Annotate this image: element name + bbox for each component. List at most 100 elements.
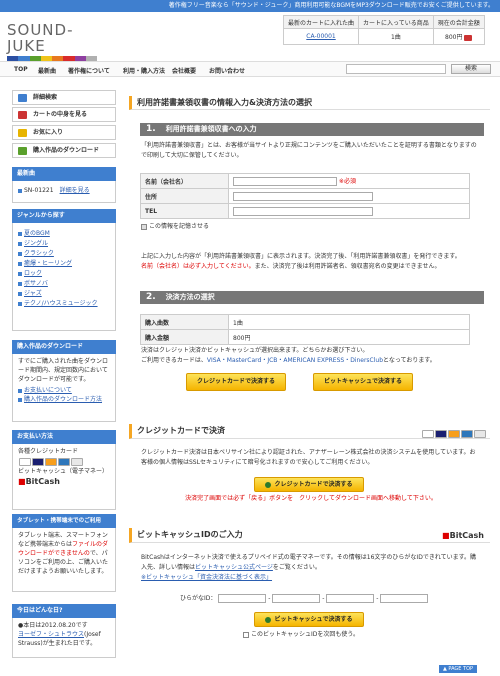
bitcash-id-field-1[interactable] bbox=[218, 594, 267, 603]
bitcash-logo: ■BitCash bbox=[442, 531, 484, 540]
bitcash-official-link[interactable]: ビットキャッシュ公式ページ bbox=[195, 564, 273, 571]
genre-link[interactable]: テクノ/ハウスミュージック bbox=[24, 300, 98, 307]
diners-icon bbox=[71, 457, 83, 466]
note-b: また、決済完了後は利用許諾者名、領収書宛名の変更はできません。 bbox=[254, 263, 441, 270]
today-heading: 今日はどんな日? bbox=[12, 604, 116, 618]
view-cart-label: カートの中身を見る bbox=[33, 111, 88, 118]
section-1-header: 1. 利用許諾書兼領収書への入力 bbox=[140, 123, 484, 136]
top-banner: 著作権フリー音楽なら「サウンド・ジューク」商用利用可能なBGMをMP3ダウンロー… bbox=[0, 0, 500, 12]
site-logo[interactable]: SOUND-JUKE bbox=[7, 22, 97, 61]
bitcash-remember-row[interactable]: このビットキャッシュIDを次回も使う。 bbox=[243, 630, 443, 640]
pay-credit-label: クレジットカードで決済する bbox=[196, 378, 275, 385]
bitcash-pay-label: ビットキャッシュで決済する bbox=[274, 616, 353, 623]
page-title: 利用許諾書兼領収書の情報入力&決済方法の選択 bbox=[129, 96, 490, 110]
bitcash-id-field-4[interactable] bbox=[380, 594, 429, 603]
tel-field[interactable] bbox=[233, 206, 373, 216]
remember-row[interactable]: この情報を記憶させる bbox=[141, 222, 481, 232]
today-box: ●本日は2012.08.20です ヨーゼフ・シュトラウス(Josef Strau… bbox=[12, 618, 116, 658]
payment-bitcash-text: ビットキャッシュ（電子マネー） bbox=[18, 468, 109, 475]
bitcash-pay-button[interactable]: ビットキャッシュで決済する bbox=[254, 612, 364, 627]
cart-count: 1曲 bbox=[358, 28, 434, 45]
nav-top[interactable]: TOP bbox=[14, 66, 28, 73]
remember-checkbox[interactable] bbox=[141, 223, 147, 230]
note-a: 上記に入力した内容が「利用許諾書兼領収書」に表示されます。決済完了後、「利用許諾… bbox=[141, 253, 461, 260]
page-top-button[interactable]: ▲ PAGE TOP bbox=[439, 665, 477, 673]
section-2-header: 2. 決済方法の選択 bbox=[140, 291, 484, 304]
latest-detail-link[interactable]: 詳細を見る bbox=[60, 187, 90, 194]
purchase-download-button[interactable]: 購入作品のダウンロード bbox=[12, 143, 116, 158]
payment-info-link[interactable]: お支払いについて bbox=[24, 387, 72, 394]
genre-item[interactable]: クラシック bbox=[18, 249, 110, 259]
mastercard-icon bbox=[45, 457, 57, 466]
bitcash-logo-text: BitCash bbox=[25, 477, 60, 486]
remember-label: この情報を記憶させる bbox=[149, 223, 210, 230]
search-input[interactable] bbox=[346, 64, 446, 74]
genre-item[interactable]: ボサノバ bbox=[18, 279, 110, 289]
pay-desc-2b: となっております。 bbox=[383, 357, 436, 364]
genre-item[interactable]: テクノ/ハウスミュージック bbox=[18, 299, 110, 309]
cart-icon[interactable] bbox=[464, 34, 473, 41]
bitcash-id-field-2[interactable] bbox=[272, 594, 321, 603]
genre-link[interactable]: ボサノバ bbox=[24, 280, 48, 287]
order-count-value: 1曲 bbox=[228, 314, 470, 330]
nav-company[interactable]: 会社概要 bbox=[172, 66, 196, 75]
credit-pay-button[interactable]: クレジットカードで決済する bbox=[254, 477, 364, 492]
section-1-title: 利用許諾書兼領収書への入力 bbox=[165, 125, 257, 133]
favorites-label: お気に入り bbox=[33, 129, 64, 136]
genre-link[interactable]: ロック bbox=[24, 270, 42, 277]
genre-item[interactable]: ジングル bbox=[18, 239, 110, 249]
credit-title-text: クレジットカードで決済 bbox=[137, 426, 225, 435]
nav-latest[interactable]: 最新曲 bbox=[38, 66, 56, 75]
genre-item[interactable]: ロック bbox=[18, 269, 110, 279]
genre-link[interactable]: 癒爆・ヒーリング bbox=[24, 260, 72, 267]
diners-icon bbox=[474, 429, 486, 438]
today-link[interactable]: ヨーゼフ・シュトラウス bbox=[18, 631, 84, 638]
download-box: すでにご購入された曲をダウンロード期間内、規定回数内においてダウンロードが可能で… bbox=[12, 354, 116, 422]
genre-item[interactable]: 夏のBGM bbox=[18, 229, 110, 239]
pay-bitcash-label: ビットキャッシュで決済する bbox=[323, 378, 402, 385]
jcb-icon bbox=[422, 429, 434, 438]
detail-search-button[interactable]: 詳細検索 bbox=[12, 90, 116, 105]
order-amount-label: 購入金額 bbox=[140, 329, 229, 345]
genre-item[interactable]: 癒爆・ヒーリング bbox=[18, 259, 110, 269]
nav-contact[interactable]: お問い合わせ bbox=[209, 66, 245, 75]
latest-code: SN-01221 bbox=[24, 187, 54, 194]
latest-box: SN-01221 詳細を見る bbox=[12, 181, 116, 203]
arrow-icon bbox=[265, 481, 272, 488]
section-1-desc: 「利用許諾書兼領収書」とは、お客様が当サイトより正規にコンテンツをご購入いただい… bbox=[141, 142, 477, 159]
genre-link[interactable]: ジングル bbox=[24, 240, 48, 247]
pay-desc-2: ご利用できるカードは、 bbox=[141, 357, 207, 364]
license-form: 名前（会社名） ※必須 住所 TEL bbox=[140, 173, 470, 219]
bitcash-remember-checkbox[interactable] bbox=[243, 631, 249, 638]
tel-label: TEL bbox=[140, 203, 229, 219]
genre-link[interactable]: クラシック bbox=[24, 250, 54, 257]
view-cart-button[interactable]: カートの中身を見る bbox=[12, 107, 116, 122]
favorites-button[interactable]: お気に入り bbox=[12, 125, 116, 140]
card-brands: VISA・MasterCard・JCB・AMERICAN EXPRESS・Din… bbox=[206, 357, 384, 364]
bitcash-law-link[interactable]: ※ビットキャッシュ「資金決済法に基づく表示」 bbox=[141, 574, 272, 581]
section-1-note: 上記に入力した内容が「利用許諾書兼領収書」に表示されます。決済完了後、「利用許諾… bbox=[141, 252, 481, 272]
bitcash-id-field-3[interactable] bbox=[326, 594, 375, 603]
payment-heading: お支払い方法 bbox=[12, 430, 116, 444]
genre-link[interactable]: 夏のBGM bbox=[24, 230, 50, 237]
genre-link[interactable]: ジャズ bbox=[24, 290, 42, 297]
name-field[interactable] bbox=[233, 177, 337, 186]
info-header-total: 現在の合計金額 bbox=[432, 15, 485, 29]
bitcash-desc: BitCashはインターネット決済で使えるプリペイド式の電子マネーです。その情報… bbox=[141, 553, 481, 583]
credit-section-title: クレジットカードで決済 bbox=[129, 424, 490, 439]
search-button[interactable]: 検索 bbox=[451, 64, 491, 74]
jcb-icon bbox=[19, 457, 31, 466]
download-howto-link[interactable]: 購入作品のダウンロード方法 bbox=[24, 396, 102, 403]
latest-cart-link[interactable]: CA-00001 bbox=[306, 33, 335, 40]
order-summary: 購入曲数 1曲 購入金額 800円 bbox=[140, 314, 470, 345]
download-heading: 購入作品のダウンロード bbox=[12, 340, 116, 354]
address-field[interactable] bbox=[233, 191, 373, 201]
cart-info-table: 最新のカートに入れた曲 カートに入っている商品 現在の合計金額 CA-00001… bbox=[282, 15, 485, 45]
pay-credit-button[interactable]: クレジットカードで決済する bbox=[186, 373, 286, 391]
bitcash-logo-text: BitCash bbox=[449, 531, 484, 540]
nav-howto[interactable]: 利用・購入方法 bbox=[123, 66, 165, 75]
genre-item[interactable]: ジャズ bbox=[18, 289, 110, 299]
nav-copyright[interactable]: 著作権について bbox=[68, 66, 110, 75]
pay-bitcash-button[interactable]: ビットキャッシュで決済する bbox=[313, 373, 413, 391]
bitcash-id-label: ひらがなID： bbox=[180, 595, 217, 602]
